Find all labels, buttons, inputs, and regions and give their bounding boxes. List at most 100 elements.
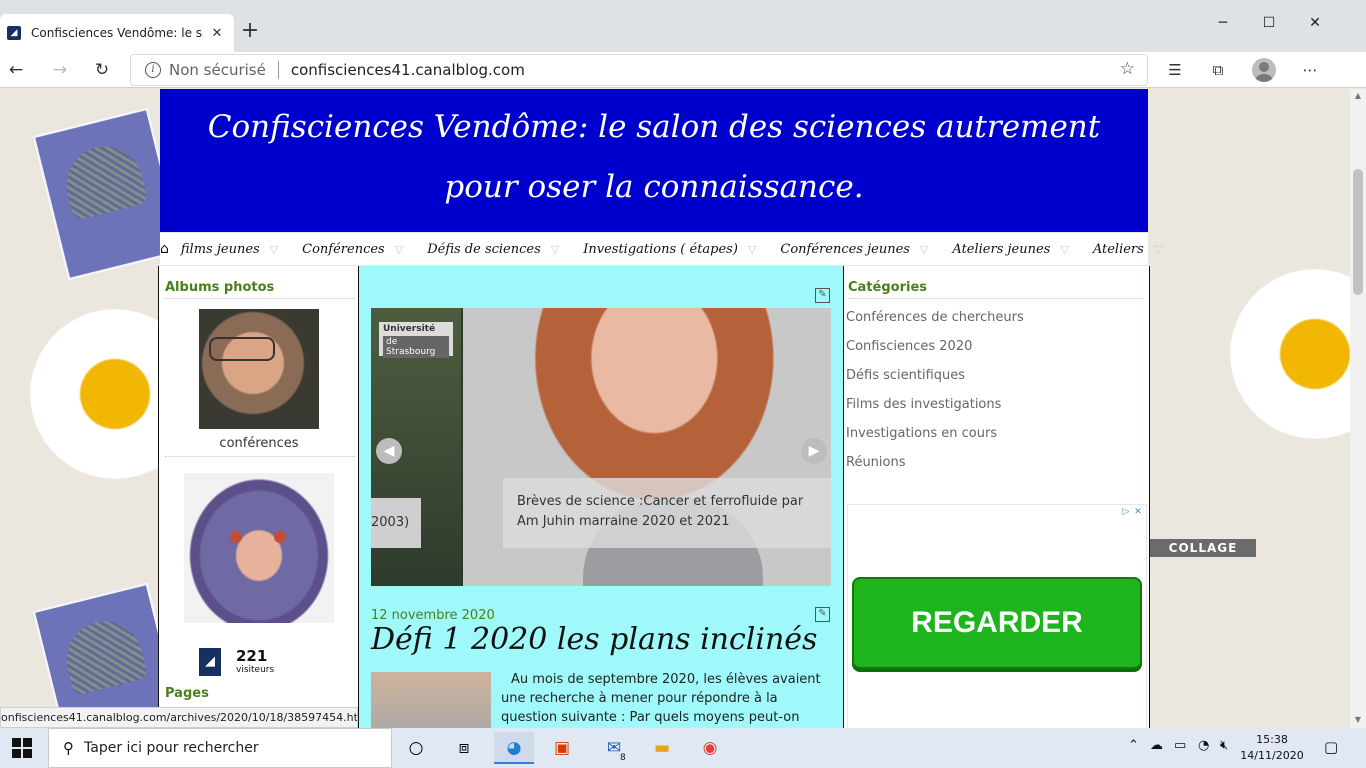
nav-label: Ateliers <box>1092 241 1144 257</box>
site-title[interactable]: Confisciences Vendôme: le salon des scie… <box>190 97 1118 217</box>
nav-item-conferences-jeunes[interactable]: Conférences jeunes ▽ <box>768 242 940 257</box>
canalblog-logo-icon: ◢ <box>199 648 221 676</box>
album-photo-chimp[interactable] <box>184 473 334 623</box>
page-viewport: COLLAGE Confisciences Vendôme: le salon … <box>0 89 1350 728</box>
nav-label: films jeunes <box>180 241 260 257</box>
url-text[interactable]: confisciences41.canalblog.com <box>291 61 525 79</box>
system-clock[interactable]: 15:38 14/11/2020 <box>1240 732 1304 764</box>
post-title[interactable]: Défi 1 2020 les plans inclinés <box>371 622 817 657</box>
address-bar[interactable]: i Non sécurisé confisciences41.canalblog… <box>130 54 1148 86</box>
visitor-count: 221 <box>236 647 268 665</box>
nav-item-conferences[interactable]: Conférences ▽ <box>290 242 415 257</box>
nav-item-ateliers[interactable]: Ateliers ▽ <box>1081 242 1174 257</box>
maximize-button[interactable]: ☐ <box>1246 8 1292 38</box>
nav-item-defis[interactable]: Défis de sciences ▽ <box>415 242 571 257</box>
close-tab-icon[interactable]: ✕ <box>209 26 225 41</box>
battery-icon[interactable]: ▭ <box>1174 738 1186 753</box>
category-item[interactable]: Investigations en cours <box>846 426 1024 455</box>
clock-date: 14/11/2020 <box>1240 749 1304 762</box>
info-icon[interactable]: i <box>145 62 161 78</box>
scroll-down-icon[interactable]: ▼ <box>1350 715 1366 724</box>
mail-badge: 8 <box>620 753 626 763</box>
post-date: 12 novembre 2020 <box>371 608 495 623</box>
ad-choices[interactable]: ▷ ✕ <box>1120 506 1144 518</box>
nav-label: Défis de sciences <box>427 241 541 257</box>
cortana-icon[interactable]: ○ <box>396 732 436 764</box>
taskbar-search[interactable]: ⚲ Taper ici pour rechercher <box>48 728 392 768</box>
badge-line2: de Strasbourg <box>383 336 449 358</box>
nav-label: Investigations ( étapes) <box>583 241 738 257</box>
back-button[interactable]: ← <box>2 56 30 84</box>
minimize-button[interactable]: ─ <box>1200 8 1246 38</box>
tray-chevron-icon[interactable]: ⌃ <box>1128 738 1139 753</box>
windows-taskbar: ⚲ Taper ici pour rechercher ○ ⧈ ◕ ▣ ✉ 8 ▬… <box>0 728 1366 768</box>
browser-tab[interactable]: ◢ Confisciences Vendôme: le salon des sc… <box>0 14 234 52</box>
onedrive-icon[interactable]: ☁ <box>1150 738 1163 753</box>
home-icon[interactable]: ⌂ <box>160 241 169 257</box>
search-icon: ⚲ <box>63 739 74 757</box>
status-url-bar: onfisciences41.canalblog.com/archives/20… <box>0 707 358 728</box>
post-excerpt: Au mois de septembre 2020, les élèves av… <box>501 672 821 725</box>
slider-next-icon[interactable]: ▶ <box>801 438 827 464</box>
favorite-star-icon[interactable]: ☆ <box>1120 59 1135 79</box>
category-item[interactable]: Films des investigations <box>846 397 1024 426</box>
forward-button[interactable]: → <box>46 56 74 84</box>
university-badge: Université de Strasbourg <box>379 322 453 358</box>
album-divider <box>165 456 355 457</box>
close-window-button[interactable]: ✕ <box>1292 8 1338 38</box>
category-list: Conférences de chercheurs Confisciences … <box>846 310 1024 484</box>
notification-icon[interactable]: ▢ <box>1324 738 1338 756</box>
album-caption[interactable]: conférences <box>159 436 359 451</box>
slider-prev-icon[interactable]: ◀ <box>376 438 402 464</box>
file-explorer-icon[interactable]: ▬ <box>642 732 682 764</box>
clock-time: 15:38 <box>1256 733 1288 746</box>
chrome-icon[interactable]: ◉ <box>690 732 730 764</box>
nav-label: Conférences <box>302 241 385 257</box>
edit-icon[interactable]: ✎ <box>815 607 830 622</box>
new-tab-button[interactable]: + <box>238 18 262 46</box>
wifi-icon[interactable]: ◔ <box>1198 738 1209 753</box>
collections-icon[interactable]: ⧉ <box>1206 58 1230 82</box>
chevron-down-icon: ▽ <box>269 242 279 256</box>
category-item[interactable]: Défis scientifiques <box>846 368 1024 397</box>
left-sidebar: Albums photos conférences ◢ 221 visiteur… <box>158 266 359 728</box>
albums-title[interactable]: Albums photos <box>165 280 355 299</box>
ad-watch-button[interactable]: REGARDER <box>852 577 1142 669</box>
pages-title: Pages <box>165 686 209 701</box>
album-photo-conferences[interactable] <box>199 309 319 429</box>
edge-browser-icon[interactable]: ◕ <box>494 732 534 764</box>
nav-label: Ateliers jeunes <box>952 241 1051 257</box>
volume-mute-icon[interactable]: 🔇︎ <box>1220 738 1228 753</box>
windows-start-icon[interactable] <box>12 738 32 758</box>
office-icon[interactable]: ▣ <box>542 732 582 764</box>
chevron-down-icon: ▽ <box>1060 242 1069 256</box>
search-placeholder: Taper ici pour rechercher <box>84 740 259 756</box>
ad-box: ▷ ✕ REGARDER <box>847 504 1147 728</box>
previous-caption: 2003) <box>371 498 421 548</box>
vertical-scrollbar[interactable]: ▲ ▼ <box>1350 89 1366 728</box>
mail-icon[interactable]: ✉ 8 <box>594 732 634 764</box>
category-item[interactable]: Réunions <box>846 455 1024 484</box>
site-favicon-icon: ◢ <box>7 26 21 40</box>
image-slider[interactable]: Université de Strasbourg 2003) Brèves de… <box>371 308 831 586</box>
slide-caption[interactable]: Brèves de science :Cancer et ferrofluide… <box>503 478 831 548</box>
chevron-down-icon: ▽ <box>747 242 757 256</box>
post-thumbnail[interactable] <box>371 672 491 728</box>
profile-avatar-icon[interactable] <box>1252 58 1276 82</box>
ad-close-icon[interactable]: ✕ <box>1132 506 1144 518</box>
task-view-icon[interactable]: ⧈ <box>444 732 484 764</box>
nav-item-films-jeunes[interactable]: films jeunes ▽ <box>169 242 290 257</box>
chevron-down-icon: ▽ <box>550 242 560 256</box>
category-item[interactable]: Confisciences 2020 <box>846 339 1024 368</box>
category-item[interactable]: Conférences de chercheurs <box>846 310 1024 339</box>
edit-icon[interactable]: ✎ <box>815 288 830 303</box>
scrollbar-thumb[interactable] <box>1353 169 1363 295</box>
nav-item-investigations[interactable]: Investigations ( étapes) ▽ <box>571 242 768 257</box>
nav-item-ateliers-jeunes[interactable]: Ateliers jeunes ▽ <box>940 242 1080 257</box>
favorites-icon[interactable]: ☰ <box>1163 58 1187 82</box>
more-menu-icon[interactable]: ⋯ <box>1298 58 1322 82</box>
refresh-button[interactable]: ↻ <box>88 56 116 84</box>
scroll-up-icon[interactable]: ▲ <box>1350 91 1366 100</box>
security-label: Non sécurisé <box>169 61 266 79</box>
ad-info-icon[interactable]: ▷ <box>1120 506 1132 518</box>
